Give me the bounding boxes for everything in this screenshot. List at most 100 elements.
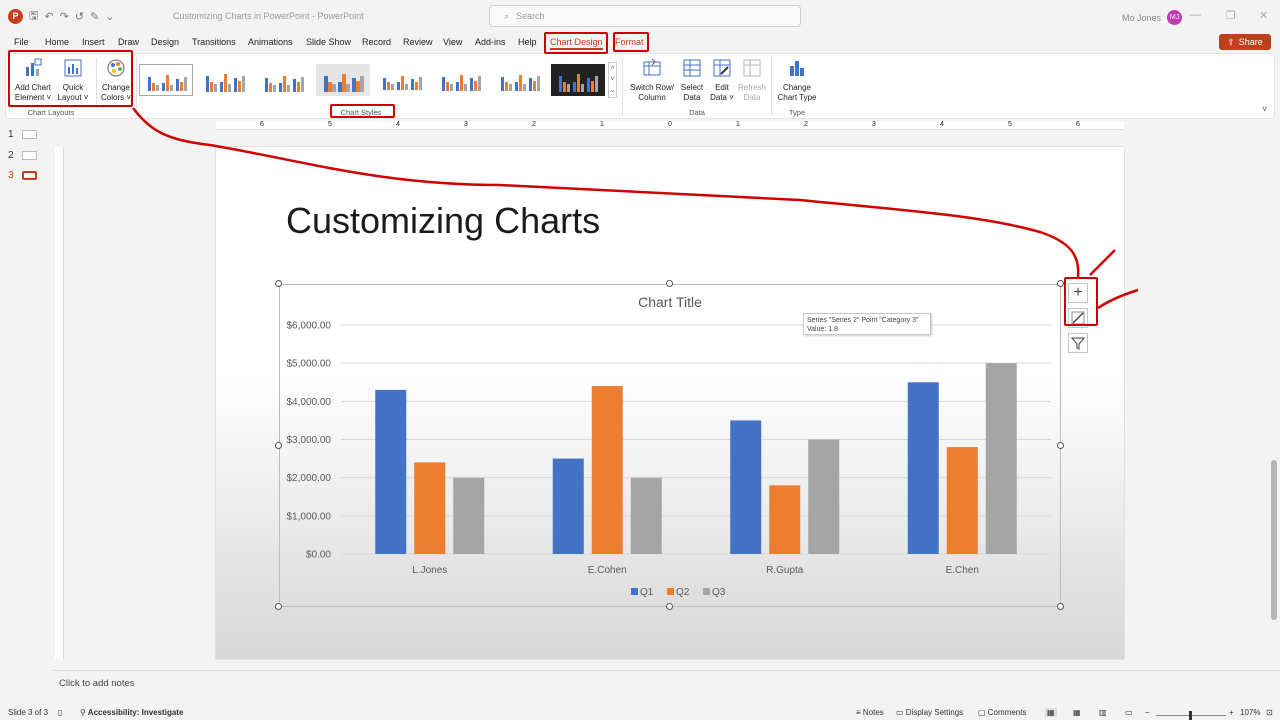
resize-handle[interactable] — [1057, 442, 1064, 449]
slide-thumbnail-1[interactable]: 1 — [8, 129, 37, 140]
chart-style-1[interactable] — [139, 64, 193, 96]
bar[interactable] — [769, 485, 801, 554]
tab-draw[interactable]: Draw — [118, 37, 139, 47]
zoom-level[interactable]: 107% — [1240, 708, 1260, 717]
tab-help[interactable]: Help — [518, 37, 537, 47]
vertical-scrollbar[interactable] — [1270, 123, 1278, 658]
close-icon[interactable]: ✕ — [1259, 9, 1268, 22]
zoom-slider-thumb[interactable] — [1189, 711, 1192, 720]
tooltip-line: Value: 1.8 — [807, 326, 839, 333]
restore-icon[interactable]: ❐ — [1226, 9, 1236, 22]
resize-handle[interactable] — [275, 603, 282, 610]
tab-file[interactable]: File — [14, 37, 29, 47]
undo-icon[interactable]: ↶ — [44, 10, 53, 23]
notes-icon: ≡ — [856, 708, 863, 717]
bar[interactable] — [552, 458, 584, 554]
redo-icon[interactable]: ↷ — [60, 10, 69, 23]
chart-styles-scroll[interactable]: ˄ ˅ ⌄ — [608, 62, 617, 98]
page-title[interactable]: Customizing Charts — [286, 200, 600, 242]
select-data-button[interactable]: Select Data — [678, 58, 706, 103]
share-button[interactable]: ⇪ Share — [1219, 34, 1271, 50]
spelling-icon[interactable]: ▯ — [58, 708, 62, 717]
resize-handle[interactable] — [1057, 280, 1064, 287]
legend-label: Q1 — [640, 587, 654, 598]
resize-handle[interactable] — [666, 280, 673, 287]
zoom-in-icon[interactable]: + — [1229, 708, 1234, 717]
minimize-icon[interactable]: — — [1190, 9, 1201, 21]
bar[interactable] — [907, 382, 939, 554]
tab-transitions[interactable]: Transitions — [192, 37, 236, 47]
chart-style-3[interactable] — [257, 64, 311, 96]
slideshow-view-icon[interactable]: ▭ — [1125, 708, 1133, 717]
user-account[interactable]: Mo Jones MJ — [1122, 10, 1183, 25]
bar[interactable] — [985, 363, 1017, 554]
tab-insert[interactable]: Insert — [82, 37, 105, 47]
tab-add-ins[interactable]: Add-ins — [475, 37, 506, 47]
chart-style-6[interactable] — [434, 64, 488, 96]
tab-review[interactable]: Review — [403, 37, 433, 47]
bar[interactable] — [453, 477, 485, 554]
repeat-icon[interactable]: ↺ — [75, 10, 84, 23]
save-icon[interactable]: 🖫 — [29, 7, 38, 26]
tab-record[interactable]: Record — [362, 37, 391, 47]
vertical-ruler — [55, 147, 64, 659]
ribbon-options-icon[interactable]: ˄ — [1266, 36, 1271, 46]
slide-preview — [21, 171, 37, 180]
comments-icon: ▢ — [978, 708, 988, 717]
search-input[interactable]: ⌕ Search — [489, 5, 801, 27]
chart-tooltip: Series "Series 2" Point "Category 3" Val… — [803, 313, 931, 335]
collapse-ribbon-icon[interactable]: ˅ — [1262, 104, 1267, 114]
notes-placeholder[interactable]: Click to add notes — [59, 678, 135, 689]
legend[interactable]: Q1 Q2 Q3 — [631, 587, 726, 598]
bar[interactable] — [946, 447, 978, 554]
chart-style-preview — [383, 76, 422, 90]
chart-style-7[interactable] — [493, 64, 547, 96]
comments-button[interactable]: ▢ Comments — [978, 708, 1026, 717]
switch-row-column-button[interactable]: Switch Row/ Column — [628, 58, 676, 103]
tab-animations[interactable]: Animations — [248, 37, 293, 47]
change-chart-type-button[interactable]: Change Chart Type — [776, 58, 818, 103]
tab-view[interactable]: View — [443, 37, 462, 47]
slide-thumbnail-2[interactable]: 2 — [8, 150, 37, 161]
reading-view-icon[interactable]: ▥ — [1099, 708, 1107, 717]
slide-thumbnail-3[interactable]: 3 — [8, 170, 37, 181]
accessibility-status[interactable]: ⚲ Accessibility: Investigate — [80, 708, 183, 717]
bar[interactable] — [808, 439, 840, 555]
zoom-out-icon[interactable]: − — [1145, 708, 1150, 717]
group-label-chart-layouts: Chart Layouts — [27, 108, 75, 117]
tab-design[interactable]: Design — [151, 37, 179, 47]
separator — [136, 58, 137, 116]
chart-filters-button[interactable] — [1068, 333, 1088, 353]
bar[interactable] — [630, 477, 662, 554]
resize-handle[interactable] — [275, 280, 282, 287]
slide-sorter-icon[interactable]: ▦ — [1073, 708, 1081, 717]
customize-qat-icon[interactable]: ⌄ — [105, 10, 114, 23]
display-settings-icon: ▭ — [896, 708, 906, 717]
resize-handle[interactable] — [1057, 603, 1064, 610]
tab-slide-show[interactable]: Slide Show — [306, 37, 351, 47]
refresh-data-icon — [743, 59, 761, 77]
edit-data-button[interactable]: Edit Data ˅ — [708, 58, 736, 103]
tab-home[interactable]: Home — [45, 37, 69, 47]
bar[interactable] — [414, 462, 446, 554]
bars[interactable] — [375, 363, 1017, 554]
resize-handle[interactable] — [666, 603, 673, 610]
ruler-label: 0 — [668, 121, 672, 128]
scrollbar-thumb[interactable] — [1271, 460, 1277, 620]
chart-title[interactable]: Chart Title — [638, 294, 702, 310]
chart-style-2[interactable] — [198, 64, 252, 96]
fit-slide-icon[interactable]: ⊡ — [1266, 708, 1273, 717]
resize-handle[interactable] — [275, 442, 282, 449]
bar[interactable] — [375, 389, 407, 554]
notes-pane[interactable] — [52, 670, 1280, 700]
notes-button[interactable]: ≡ Notes — [856, 708, 884, 717]
bar[interactable] — [730, 420, 762, 554]
chart-style-8[interactable] — [551, 64, 605, 96]
column-chart[interactable]: Chart Title $0.00 $1,000.00 $2,000.00 $3,00… — [279, 284, 1061, 607]
chart-style-5[interactable] — [375, 64, 429, 96]
display-settings-button[interactable]: ▭ Display Settings — [896, 708, 963, 717]
format-painter-icon[interactable]: ✎ — [90, 10, 99, 23]
bar[interactable] — [591, 386, 623, 554]
normal-view-icon[interactable]: ▦ — [1045, 708, 1057, 717]
chart-style-4[interactable] — [316, 64, 370, 96]
